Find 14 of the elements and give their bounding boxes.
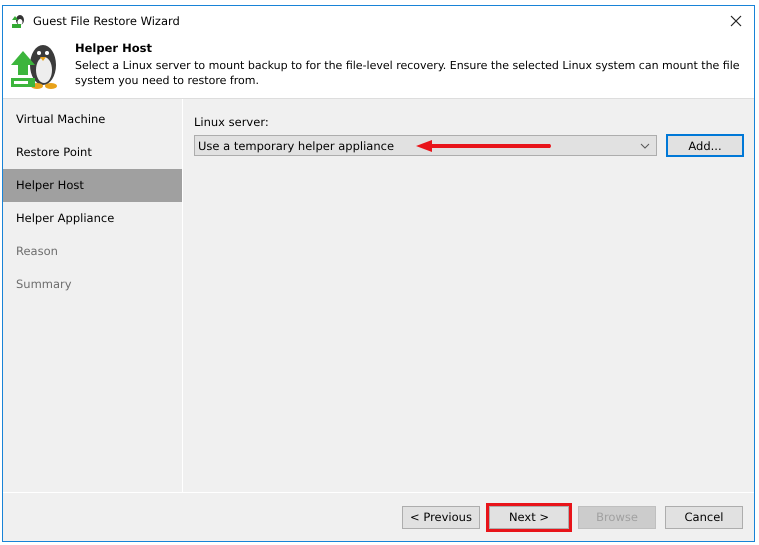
wizard-button[interactable]: Cancel bbox=[665, 506, 743, 528]
step-item[interactable]: Helper Appliance bbox=[3, 202, 182, 235]
page-title: Helper Host bbox=[75, 41, 153, 55]
add-button[interactable]: Add... bbox=[666, 134, 744, 157]
field-label: Linux server: bbox=[194, 115, 270, 129]
close-icon[interactable] bbox=[730, 14, 742, 26]
step-item[interactable]: Virtual Machine bbox=[3, 103, 182, 136]
step-item[interactable]: Restore Point bbox=[3, 136, 182, 169]
page-description: Select a Linux server to mount backup to for the file-level recovery. Ensure the selected Linux system can mount the file system you need to restore from. bbox=[75, 58, 741, 88]
chevron-down-icon bbox=[640, 142, 650, 148]
server-dropdown[interactable]: Use a temporary helper appliance bbox=[194, 135, 657, 156]
wizard-button[interactable]: < Previous bbox=[402, 506, 480, 528]
step-item[interactable]: Helper Host bbox=[3, 169, 182, 202]
window-title: Guest File Restore Wizard bbox=[33, 14, 181, 28]
